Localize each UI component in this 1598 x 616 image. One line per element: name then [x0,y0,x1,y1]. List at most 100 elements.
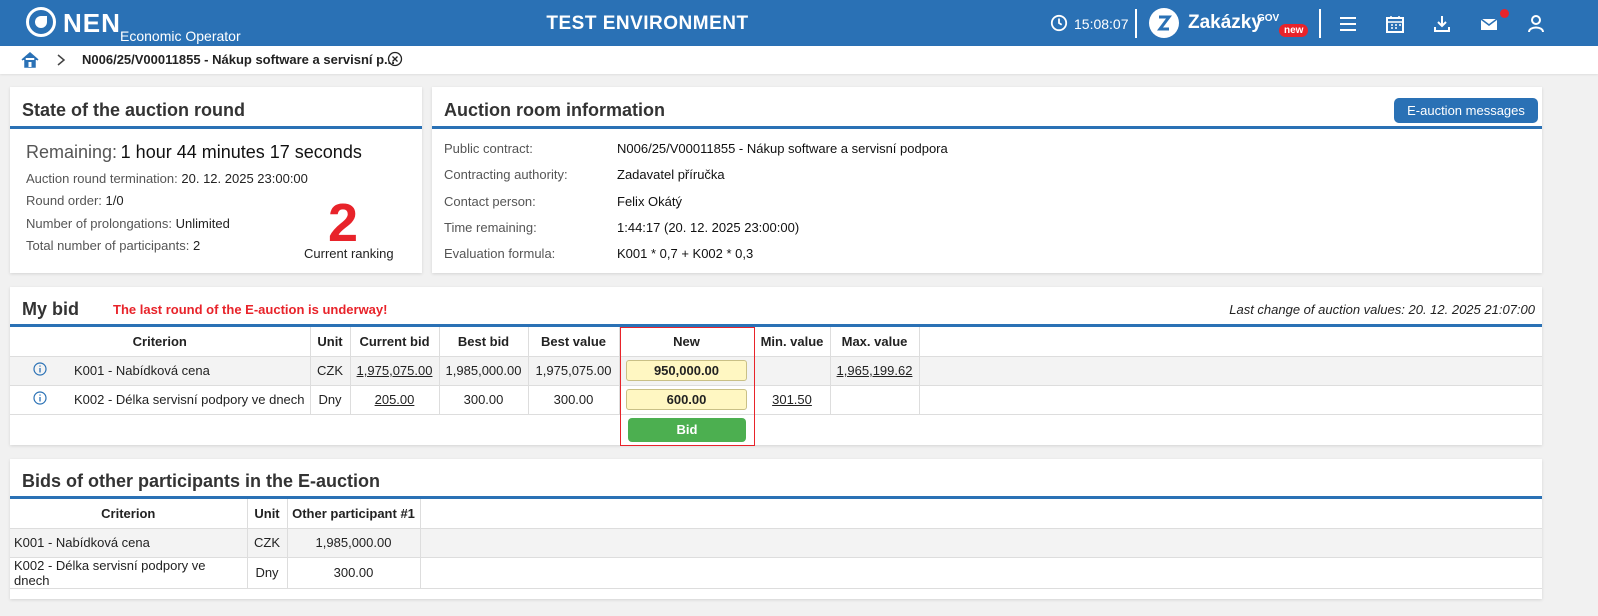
col-filler [919,327,1542,357]
best-bid-cell: 300.00 [439,385,529,415]
other-bids-table: Criterion Unit Other participant #1 K001… [10,499,1542,589]
contracting-authority-value: Zadavatel příručka [617,167,725,182]
participants-label: Total number of participants: [26,238,190,253]
title-underline [10,126,422,129]
home-icon[interactable] [20,50,40,70]
last-change-value: 20. 12. 2025 21:07:00 [1408,302,1535,317]
participants-line: Total number of participants: 2 [26,238,200,253]
termination-line: Auction round termination: 20. 12. 2025 … [26,171,308,186]
table-header-row: Criterion Unit Current bid Best bid Best… [10,327,1542,357]
unit-cell: Dny [310,385,351,415]
col-max-value: Max. value [830,327,920,357]
info-icon[interactable] [33,362,47,376]
top-bar: NEN Economic Operator TEST ENVIRONMENT 1… [0,0,1598,46]
current-ranking-label: Current ranking [304,246,394,261]
new-value-cell: 950,000.00 [619,356,755,386]
remaining-line: Remaining: 1 hour 44 minutes 17 seconds [26,142,362,163]
table-row: K002 - Délka servisní podpory ve dnech D… [10,385,1542,415]
best-value-cell: 1,975,075.00 [528,356,620,386]
filler-cell [919,385,1542,415]
prolongations-value: Unlimited [175,216,230,231]
filler-cell [420,557,1542,589]
termination-label: Auction round termination: [26,171,178,186]
prolongations-label: Number of prolongations: [26,216,172,231]
my-bid-title: My bid [22,299,79,319]
zakazky-logo-icon[interactable] [1149,8,1179,38]
col-current-bid: Current bid [350,327,440,357]
unit-cell: CZK [247,528,288,558]
new-badge: new [1279,24,1309,37]
last-change-label: Last change of auction values: [1229,302,1405,317]
zakazky-brand[interactable]: Zakázky [1188,12,1262,34]
max-value-link[interactable]: 1,965,199.62 [830,356,920,386]
new-value-cell: 600.00 [619,385,755,415]
download-icon[interactable] [1432,14,1452,34]
best-bid-cell: 1,985,000.00 [439,356,529,386]
filler-cell [420,528,1542,558]
public-contract-label: Public contract: [444,141,533,156]
current-bid-link[interactable]: 205.00 [350,385,440,415]
user-icon[interactable] [1526,14,1546,34]
header-divider [1319,9,1321,38]
mail-icon[interactable] [1479,14,1499,34]
breadcrumb: N006/25/V00011855 - Nákup software a ser… [0,46,1598,74]
criterion-cell: K002 - Délka servisní podpory ve dnech [10,557,248,589]
title-underline [432,126,1542,129]
prolongations-line: Number of prolongations: Unlimited [26,216,230,231]
remaining-value: 1 hour 44 minutes 17 seconds [120,142,362,162]
min-value-link[interactable]: 301.50 [754,385,831,415]
unit-cell: Dny [247,557,288,589]
criterion-cell: K001 - Nabídková cena [10,528,248,558]
current-ranking-number: 2 [328,193,359,253]
gov-superscript: GOV [1257,13,1280,24]
other-bids-title: Bids of other participants in the E-auct… [22,471,381,491]
col-min-value: Min. value [754,327,831,357]
table-row: K002 - Délka servisní podpory ve dnech D… [10,557,1542,589]
unit-cell: CZK [310,356,351,386]
current-bid-link[interactable]: 1,975,075.00 [350,356,440,386]
round-value: 1/0 [105,193,124,208]
auction-state-title: State of the auction round [22,100,245,120]
public-contract-value: N006/25/V00011855 - Nákup software a ser… [617,141,948,156]
termination-value: 20. 12. 2025 23:00:00 [181,171,308,186]
last-round-warning: The last round of the E-auction is under… [113,302,388,317]
contracting-authority-label: Contracting authority: [444,167,568,182]
col-new: New [619,327,755,357]
last-change-info: Last change of auction values: 20. 12. 2… [1229,302,1535,317]
calendar-icon[interactable] [1385,14,1405,34]
table-header-row: Criterion Unit Other participant #1 [10,499,1542,529]
participants-value: 2 [192,238,201,253]
auction-room-title: Auction room information [444,100,665,120]
session-time: 15:08:07 [1074,16,1129,32]
filler-cell [919,356,1542,386]
col-criterion: Criterion [10,499,248,529]
criterion-cell: K001 - Nabídková cena [70,356,311,386]
round-label: Round order: [26,193,102,208]
criterion-cell: K002 - Délka servisní podpory ve dnech [70,385,311,415]
evaluation-formula-label: Evaluation formula: [444,246,556,261]
chevron-right-icon [57,54,66,66]
clock-icon [1050,14,1068,32]
time-remaining-label: Time remaining: [444,220,537,235]
bid-button[interactable]: Bid [628,418,746,442]
round-line: Round order: 1/0 [26,193,124,208]
col-filler [420,499,1542,529]
info-icon[interactable] [33,391,47,405]
best-value-cell: 300.00 [528,385,620,415]
my-bid-table: Criterion Unit Current bid Best bid Best… [10,327,1542,415]
notification-dot [1500,9,1509,18]
contact-person-label: Contact person: [444,194,536,209]
min-value-cell [754,356,831,386]
table-row: K001 - Nabídková cena CZK 1,985,000.00 [10,528,1542,558]
col-best-bid: Best bid [439,327,529,357]
header-divider [1135,9,1137,38]
e-auction-messages-button[interactable]: E-auction messages [1394,98,1538,123]
new-value-input[interactable]: 950,000.00 [626,360,747,381]
menu-icon[interactable] [1338,14,1358,34]
col-best-value: Best value [528,327,620,357]
close-tab-icon[interactable] [387,51,403,67]
new-value-input[interactable]: 600.00 [626,389,747,410]
breadcrumb-current[interactable]: N006/25/V00011855 - Nákup software a ser… [82,52,395,67]
col-criterion: Criterion [10,327,311,357]
info-cell [10,385,70,415]
